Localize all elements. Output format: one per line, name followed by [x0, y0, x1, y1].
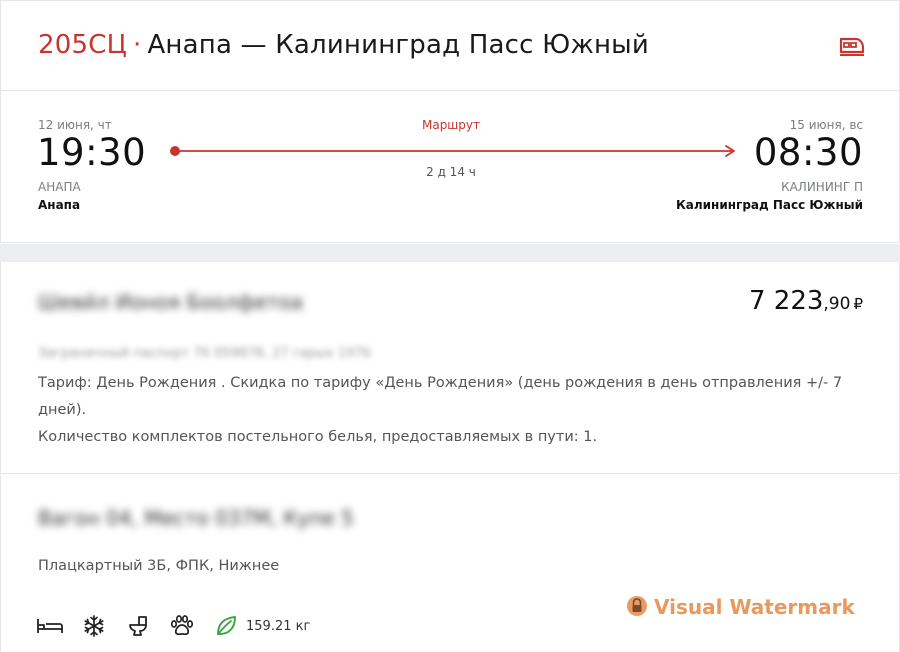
watermark-text: Visual Watermark — [654, 595, 855, 619]
car-seat-info: Вагон 04, Место 037М, Купе 5 — [38, 506, 354, 530]
passenger-section: Шевйл Ионоя Боолфетоа 7 223,90 ₽ Загранич… — [0, 262, 900, 474]
lock-icon — [626, 593, 648, 621]
seat-section: Вагон 04, Место 037М, Купе 5 Плацкартный… — [0, 475, 900, 652]
car-type: Плацкартный 3Б, ФПК, Нижнее — [38, 558, 280, 574]
arrival-time: 08:30 — [753, 131, 863, 174]
train-title: 205СЦ · Анапа — Калининград Пасс Южный — [38, 28, 649, 62]
departure-station-code: АНАПА — [38, 180, 81, 194]
snowflake-icon — [80, 614, 108, 638]
train-number: 205СЦ — [38, 30, 127, 60]
bed-icon — [36, 614, 64, 638]
route-arrow-line — [170, 145, 735, 157]
price-currency: ₽ — [853, 295, 863, 313]
toilet-icon — [124, 614, 152, 638]
arrival-station-code: КАЛИНИНГ П — [781, 180, 863, 194]
train-icon — [838, 34, 866, 58]
tariff-description: Тариф: День Рождения . Скидка по тарифу … — [38, 375, 843, 418]
watermark: Visual Watermark — [626, 593, 855, 621]
price-main: 7 223 — [748, 286, 824, 316]
train-route: Анапа — Калининград Пасс Южный — [147, 30, 650, 60]
ticket-price: 7 223,90 ₽ — [749, 286, 863, 316]
arrival-station-name: Калининград Пасс Южный — [675, 198, 863, 212]
title-separator: · — [132, 30, 142, 60]
price-cents: ,90 — [823, 294, 851, 314]
bedding-info: Количество комплектов постельного белья,… — [38, 429, 598, 445]
route-section: 12 июня, чт 19:30 АНАПА Анапа Маршрут 2 … — [0, 91, 900, 243]
co2-weight: 159.21 кг — [246, 618, 311, 634]
section-divider-band — [0, 244, 900, 262]
amenity-icons: 159.21 кг — [36, 613, 310, 639]
departure-station-name: Анапа — [38, 198, 81, 212]
passenger-name: Шевйл Ионоя Боолфетоа — [38, 290, 304, 314]
departure-time: 19:30 — [37, 131, 147, 174]
leaf-icon — [212, 614, 240, 638]
passenger-document: Заграничный паспорт 76 059878, 27 гарых … — [38, 346, 371, 361]
route-link[interactable]: Маршрут — [401, 117, 501, 133]
train-header: 205СЦ · Анапа — Калининград Пасс Южный — [0, 0, 900, 91]
pet-paw-icon — [168, 614, 196, 638]
travel-duration: 2 д 14 ч — [426, 165, 476, 179]
